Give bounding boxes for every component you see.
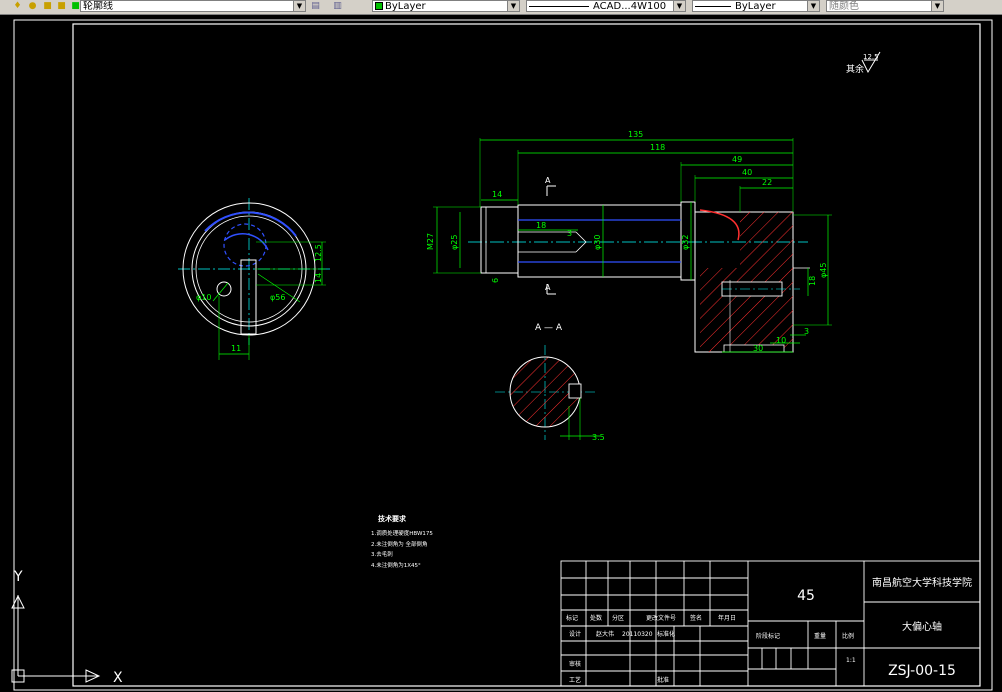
dim-3-5: 3.5 [592, 433, 605, 442]
weight-label: 重量 [814, 632, 826, 640]
end-view[interactable]: φ10 φ56 12.5 14 11 [178, 198, 330, 360]
chevron-down-icon[interactable]: ▼ [931, 1, 943, 11]
designer-label: 设计 [569, 630, 581, 638]
dim-6: 6 [491, 278, 500, 283]
lineweight-dropdown[interactable]: ByLayer ▼ [692, 0, 820, 12]
dim-18: 18 [536, 221, 546, 230]
linetype-value: ACAD...4W100 [593, 1, 667, 12]
dim-135: 135 [628, 130, 643, 139]
dim-phi32: φ32 [681, 235, 690, 250]
section-title: A — A [535, 323, 563, 333]
row-label-count: 处数 [590, 614, 602, 622]
dim-phi30: φ30 [593, 235, 602, 250]
dim-phi25: φ25 [450, 235, 459, 250]
dim-14-left: 14 [314, 273, 323, 283]
school-name: 南昌航空大学科技学院 [872, 576, 972, 589]
design-date: 20110320 [622, 631, 653, 638]
plotstyle-value: 随颜色 [829, 1, 859, 12]
roughness-value: 12.5 [863, 53, 879, 61]
dim-118: 118 [650, 143, 665, 152]
approve-label: 批准 [657, 676, 669, 684]
roughness-note: 其余 [846, 63, 864, 75]
row-label-sign: 签名 [690, 614, 702, 622]
drawing-canvas[interactable]: 其余 12.5 φ10 φ56 12.5 14 11 135 118 49 40… [0, 14, 1002, 692]
row-label-date: 年月日 [718, 614, 736, 622]
dim-18-right: 18 [808, 276, 817, 286]
color-dropdown[interactable]: ByLayer ▼ [372, 0, 520, 12]
dim-phi45: φ45 [819, 263, 828, 278]
linetype-preview-icon [529, 5, 589, 7]
review-label: 审核 [569, 660, 581, 668]
chevron-down-icon[interactable]: ▼ [293, 1, 305, 11]
dim-40: 40 [742, 168, 752, 177]
drawing-number: ZSJ-00-15 [888, 663, 956, 679]
roughness-symbol: 其余 12.5 [846, 51, 881, 75]
section-marker-top: A [545, 176, 551, 185]
dim-11: 11 [231, 344, 241, 353]
ucs-icon [11, 594, 101, 683]
lineweight-preview-icon [695, 5, 731, 7]
sun-icon[interactable]: ● [27, 1, 38, 12]
dim-49: 49 [732, 155, 742, 164]
drawing-frame [72, 23, 981, 687]
tech-line-3: 3.去毛刺 [371, 550, 393, 558]
layer-previous-icon[interactable]: ▥ [332, 1, 343, 12]
color-value: ByLayer [385, 1, 426, 12]
lock-icon[interactable]: ■ [42, 1, 53, 12]
chevron-down-icon[interactable]: ▼ [673, 1, 685, 11]
tech-line-1: 1.调质处理硬度HBW175 [371, 529, 433, 537]
row-label-change: 更改文件号 [646, 614, 676, 622]
dim-22: 22 [762, 178, 772, 187]
ucs-y-label: Y [13, 569, 23, 585]
properties-toolbar: ♦ ● ■ ■ ■ 轮廓线 ▼ ▤ ▥ ByLayer ▼ ACAD...4W1… [0, 0, 1002, 15]
layer-lock-icon[interactable]: ■ [56, 1, 67, 12]
stage-label: 阶段标记 [756, 632, 780, 640]
title-block-text: 45 南昌航空大学科技学院 大偏心轴 ZSJ-00-15 标记 处数 分区 更改… [566, 576, 972, 684]
part-name: 大偏心轴 [902, 620, 942, 633]
front-view[interactable]: 135 118 49 40 22 14 18 3 M27 φ25 φ30 φ32… [426, 130, 832, 353]
section-marker-bottom: A [545, 283, 551, 292]
layer-dropdown[interactable]: 轮廓线 ▼ [80, 0, 306, 12]
dim-m27: M27 [426, 233, 435, 250]
process-label: 工艺 [569, 676, 581, 684]
scale-value: 1:1 [846, 657, 856, 664]
chevron-down-icon[interactable]: ▼ [507, 1, 519, 11]
lightbulb-icon[interactable]: ♦ [12, 1, 23, 12]
plotstyle-dropdown[interactable]: 随颜色 ▼ [826, 0, 944, 12]
section-a-a[interactable]: A — A 3.5 [495, 323, 605, 442]
layer-manager-icon[interactable]: ▤ [310, 1, 321, 12]
dim-3: 3 [567, 229, 572, 238]
linetype-dropdown[interactable]: ACAD...4W100 ▼ [526, 0, 686, 12]
chevron-down-icon[interactable]: ▼ [807, 1, 819, 11]
dim-14: 14 [492, 190, 502, 199]
layer-name: 轮廓线 [83, 1, 113, 12]
material-label: 45 [797, 588, 815, 604]
dim-10: 10 [776, 336, 786, 345]
dim-3-right: 3 [804, 327, 809, 336]
row-label-zone: 分区 [612, 614, 624, 622]
designer-name: 赵大伟 [596, 630, 614, 638]
dim-phi56: φ56 [270, 293, 285, 302]
row-label-mark: 标记 [566, 614, 578, 622]
dim-phi10: φ10 [196, 293, 211, 302]
ucs-x-label: X [113, 670, 123, 686]
tech-title: 技术要求 [378, 514, 407, 523]
dim-30: 30 [753, 344, 763, 353]
scale-label: 比例 [842, 632, 854, 640]
tech-line-4: 4.未注倒角为1X45° [371, 561, 421, 569]
tech-line-2: 2.未注倒角为 全部倒角 [371, 540, 428, 548]
dim-12-5: 12.5 [314, 244, 323, 262]
outer-sheet-border [13, 19, 993, 691]
color-swatch-icon [375, 2, 383, 10]
lineweight-value: ByLayer [735, 1, 776, 12]
technical-requirements: 技术要求 1.调质处理硬度HBW175 2.未注倒角为 全部倒角 3.去毛刺 4… [371, 514, 433, 569]
standardization-label: 标准化 [657, 630, 675, 638]
